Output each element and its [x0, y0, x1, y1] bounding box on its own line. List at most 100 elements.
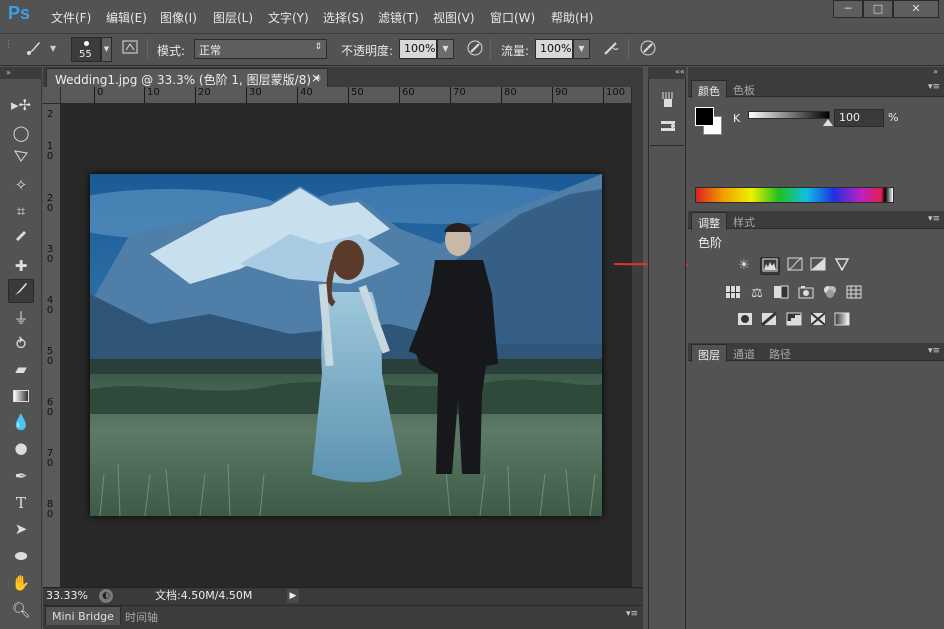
- tab-timeline[interactable]: 时间轴: [119, 606, 164, 625]
- vertical-scrollbar[interactable]: [631, 87, 643, 587]
- layers-panel-menu-icon[interactable]: ▾≡: [918, 346, 940, 360]
- threshold-icon[interactable]: [784, 312, 804, 330]
- gradient-tool-icon[interactable]: [8, 384, 34, 408]
- options-grip: ⋮: [4, 40, 13, 50]
- type-tool-icon[interactable]: T: [8, 491, 34, 515]
- move-tool-icon[interactable]: ▸✢: [8, 93, 34, 117]
- brush-panel-toggle-icon[interactable]: [120, 38, 140, 58]
- brush-tool-icon[interactable]: [8, 279, 34, 303]
- ruler-tick: 80: [46, 499, 54, 520]
- maximize-button[interactable]: □: [863, 0, 893, 18]
- horizontal-ruler[interactable]: 0 10 20 30 40 50 60 70 80 90 100: [61, 87, 631, 104]
- pressure-size-icon[interactable]: [638, 39, 658, 59]
- bottom-panel-menu-icon[interactable]: ▾≡: [626, 609, 638, 619]
- menu-layer[interactable]: 图层(L): [213, 9, 253, 26]
- quick-selection-tool-icon[interactable]: ✧: [8, 173, 34, 197]
- tab-color[interactable]: 颜色: [691, 80, 727, 98]
- channel-mixer-icon[interactable]: [820, 285, 840, 303]
- pen-tool-icon[interactable]: ✒: [8, 464, 34, 488]
- lasso-tool-icon[interactable]: [8, 147, 34, 171]
- flow-dropdown-icon[interactable]: ▼: [573, 39, 590, 59]
- levels-icon[interactable]: [760, 257, 780, 275]
- photo-filter-icon[interactable]: [796, 285, 816, 303]
- zoom-level[interactable]: 33.33%: [46, 588, 94, 604]
- blur-tool-icon[interactable]: 💧: [8, 410, 34, 434]
- foreground-color-swatch[interactable]: [695, 107, 714, 126]
- hue-saturation-icon[interactable]: [723, 285, 743, 303]
- opacity-dropdown-icon[interactable]: ▼: [437, 39, 454, 59]
- color-spectrum-bar[interactable]: [695, 187, 894, 203]
- collapsed-panels-header[interactable]: ««: [648, 67, 686, 79]
- brush-preset-dropdown-icon[interactable]: ▼: [101, 37, 112, 62]
- dodge-tool-icon[interactable]: ●: [8, 436, 34, 460]
- ellipse-tool-icon[interactable]: ⬬: [8, 544, 34, 568]
- healing-brush-tool-icon[interactable]: ✚: [8, 254, 34, 278]
- document-tab[interactable]: Wedding1.jpg @ 33.3% (色阶 1, 图层蒙版/8) * ×: [46, 68, 328, 87]
- vibrance-icon[interactable]: [832, 257, 852, 275]
- menu-type[interactable]: 文字(Y): [268, 9, 309, 26]
- invert-icon[interactable]: [735, 312, 755, 330]
- clone-stamp-tool-icon[interactable]: ⏚: [8, 306, 34, 330]
- tab-swatches[interactable]: 色板: [727, 80, 761, 98]
- menu-window[interactable]: 窗口(W): [490, 9, 535, 26]
- menu-help[interactable]: 帮助(H): [551, 9, 593, 26]
- color-panel-menu-icon[interactable]: ▾≡: [918, 82, 940, 96]
- crop-tool-icon[interactable]: ⌗: [8, 199, 34, 223]
- k-channel-slider[interactable]: [748, 111, 830, 119]
- selective-color-icon[interactable]: [808, 312, 828, 330]
- close-button[interactable]: ✕: [893, 0, 939, 18]
- exposure-icon[interactable]: [808, 257, 828, 275]
- close-tab-icon[interactable]: ×: [311, 71, 321, 85]
- pressure-opacity-icon[interactable]: [465, 39, 485, 59]
- brush-preset-picker[interactable]: 55: [71, 37, 101, 62]
- menu-select[interactable]: 选择(S): [323, 9, 364, 26]
- tab-paths[interactable]: 路径: [763, 344, 797, 362]
- tab-adjustments[interactable]: 调整: [691, 212, 727, 230]
- posterize-icon[interactable]: [759, 311, 779, 330]
- clone-source-icon[interactable]: [657, 118, 679, 140]
- toolbox-collapse-icon[interactable]: »: [0, 67, 42, 79]
- opacity-input[interactable]: 100%: [399, 39, 437, 59]
- panels-dock-header[interactable]: »: [688, 67, 944, 79]
- blend-mode-select[interactable]: 正常 ⇕: [194, 39, 327, 59]
- status-menu-arrow-icon[interactable]: ▶: [287, 589, 299, 603]
- color-lookup-icon[interactable]: [844, 285, 864, 303]
- expand-icon[interactable]: ««: [675, 67, 685, 76]
- hand-tool-icon[interactable]: ✋: [8, 571, 34, 595]
- adjustments-panel-menu-icon[interactable]: ▾≡: [918, 214, 940, 228]
- menu-filter[interactable]: 滤镜(T): [378, 9, 419, 26]
- marquee-tool-icon[interactable]: ◯: [8, 121, 34, 145]
- eyedropper-tool-icon[interactable]: [8, 225, 34, 249]
- airbrush-icon[interactable]: [601, 39, 621, 59]
- ruler-origin[interactable]: [43, 87, 61, 104]
- document-size-info: 文档:4.50M/4.50M: [155, 589, 253, 602]
- menu-image[interactable]: 图像(I): [160, 9, 197, 26]
- k-channel-input[interactable]: 100: [834, 109, 884, 127]
- minimize-button[interactable]: ─: [833, 0, 863, 18]
- eraser-tool-icon[interactable]: ▰: [8, 357, 34, 381]
- zoom-tool-icon[interactable]: 🔍︎: [8, 598, 34, 622]
- brush-tool-icon[interactable]: [24, 38, 44, 58]
- vertical-ruler[interactable]: 2 10 20 30 40 50 60 70 80: [43, 104, 61, 587]
- tab-channels[interactable]: 通道: [727, 344, 761, 362]
- layers-list[interactable]: [688, 362, 944, 629]
- path-selection-tool-icon[interactable]: ➤: [8, 517, 34, 541]
- black-white-icon[interactable]: [771, 285, 791, 303]
- tab-layers[interactable]: 图层: [691, 344, 727, 362]
- history-brush-tool-icon[interactable]: ⥁: [8, 332, 34, 356]
- tool-preset-dropdown-icon[interactable]: ▼: [50, 44, 56, 53]
- k-slider-thumb[interactable]: [823, 119, 833, 126]
- tab-mini-bridge[interactable]: Mini Bridge: [45, 606, 121, 625]
- brightness-contrast-icon[interactable]: ☀: [734, 257, 754, 275]
- menu-view[interactable]: 视图(V): [433, 9, 475, 26]
- menu-file[interactable]: 文件(F): [51, 9, 91, 26]
- collapse-panels-icon[interactable]: »: [933, 67, 938, 76]
- flow-input[interactable]: 100%: [535, 39, 573, 59]
- tab-styles[interactable]: 样式: [727, 212, 761, 230]
- gradient-map-icon[interactable]: [832, 312, 852, 330]
- color-balance-icon[interactable]: ⚖: [747, 285, 767, 303]
- menu-edit[interactable]: 编辑(E): [106, 9, 147, 26]
- brush-presets-icon[interactable]: [657, 90, 679, 112]
- status-info-icon[interactable]: ◐: [99, 589, 113, 603]
- curves-icon[interactable]: [785, 257, 805, 275]
